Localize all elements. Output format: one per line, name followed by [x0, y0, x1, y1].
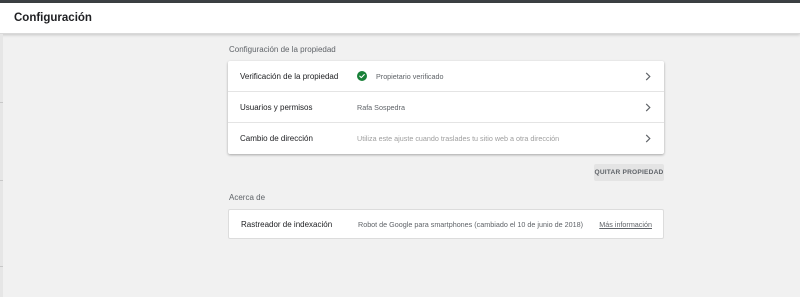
chevron-right-icon	[645, 103, 651, 112]
left-edge-strip	[0, 34, 3, 297]
row-users-permissions[interactable]: Usuarios y permisos Rafa Sospedra	[228, 92, 664, 123]
row-label: Cambio de dirección	[240, 134, 313, 143]
crawler-label: Rastreador de indexación	[241, 220, 333, 229]
page-title: Configuración	[14, 12, 92, 24]
row-label: Verificación de la propiedad	[240, 71, 339, 81]
row-value: Rafa Sospedra	[357, 102, 405, 112]
property-settings-card: Verificación de la propiedad Propietario…	[228, 61, 664, 154]
row-value: Utiliza este ajuste cuando traslades tu …	[357, 134, 560, 143]
remove-property-button[interactable]: QUITAR PROPIEDAD	[594, 164, 664, 181]
verification-status: Propietario verificado	[376, 71, 444, 81]
chevron-right-icon	[645, 134, 651, 143]
property-section-title: Configuración de la propiedad	[229, 45, 336, 54]
about-section-title: Acerca de	[229, 193, 266, 202]
edge-tick	[0, 102, 3, 103]
about-card: Rastreador de indexación Robot de Google…	[228, 209, 664, 239]
crawler-value: Robot de Google para smartphones (cambia…	[358, 220, 583, 229]
edge-tick	[0, 266, 3, 267]
app-header: Configuración	[0, 3, 800, 34]
chevron-right-icon	[645, 72, 651, 81]
edge-tick	[0, 180, 3, 181]
row-change-of-address[interactable]: Cambio de dirección Utiliza este ajuste …	[228, 123, 664, 154]
row-value: Propietario verificado	[357, 71, 444, 81]
more-info-link[interactable]: Más información	[599, 220, 652, 229]
row-property-verification[interactable]: Verificación de la propiedad Propietario…	[228, 61, 664, 92]
row-label: Usuarios y permisos	[240, 102, 313, 112]
check-circle-icon	[357, 71, 367, 81]
